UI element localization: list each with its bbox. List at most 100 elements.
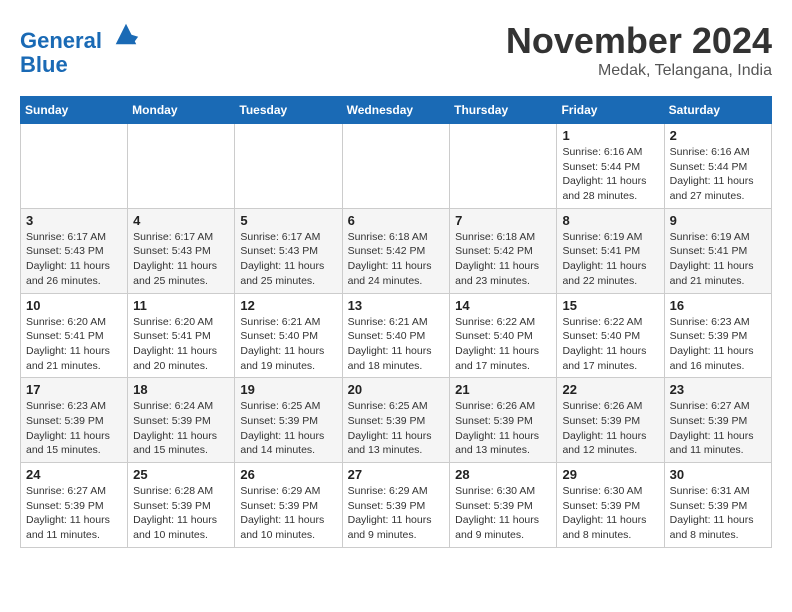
title-block: November 2024 Medak, Telangana, India: [506, 20, 772, 80]
day-number: 10: [26, 298, 122, 313]
day-info: Sunrise: 6:21 AM Sunset: 5:40 PM Dayligh…: [348, 315, 445, 374]
day-info: Sunrise: 6:17 AM Sunset: 5:43 PM Dayligh…: [133, 230, 229, 289]
day-info: Sunrise: 6:26 AM Sunset: 5:39 PM Dayligh…: [562, 399, 658, 458]
day-info: Sunrise: 6:17 AM Sunset: 5:43 PM Dayligh…: [26, 230, 122, 289]
day-cell-18: 18Sunrise: 6:24 AM Sunset: 5:39 PM Dayli…: [128, 378, 235, 463]
day-cell-12: 12Sunrise: 6:21 AM Sunset: 5:40 PM Dayli…: [235, 293, 342, 378]
day-number: 17: [26, 382, 122, 397]
day-number: 15: [562, 298, 658, 313]
day-cell-16: 16 Sunrise: 6:23 AM Sunset: 5:39 PM Dayli…: [664, 293, 771, 378]
day-info: Sunrise: 6:22 AM Sunset: 5:40 PM Dayligh…: [562, 315, 658, 374]
day-number: 8: [562, 213, 658, 228]
day-number: 3: [26, 213, 122, 228]
day-number: 25: [133, 467, 229, 482]
day-cell-23: 23 Sunrise: 6:27 AM Sunset: 5:39 PM Dayli…: [664, 378, 771, 463]
day-number: 13: [348, 298, 445, 313]
day-cell-26: 26Sunrise: 6:29 AM Sunset: 5:39 PM Dayli…: [235, 463, 342, 548]
empty-cell: [128, 124, 235, 209]
day-number: 19: [240, 382, 336, 397]
weekday-header-friday: Friday: [557, 97, 664, 124]
day-number: 11: [133, 298, 229, 313]
day-number: 16: [670, 298, 766, 313]
day-cell-6: 6 Sunrise: 6:18 AM Sunset: 5:42 PM Daylig…: [342, 208, 450, 293]
day-cell-5: 5 Sunrise: 6:17 AM Sunset: 5:43 PM Daylig…: [235, 208, 342, 293]
day-cell-28: 28Sunrise: 6:30 AM Sunset: 5:39 PM Dayli…: [450, 463, 557, 548]
day-info: Sunrise: 6:18 AM Sunset: 5:42 PM Dayligh…: [348, 230, 445, 289]
day-cell-17: 17 Sunrise: 6:23 AM Sunset: 5:39 PM Dayli…: [21, 378, 128, 463]
day-cell-24: 24Sunrise: 6:27 AM Sunset: 5:39 PM Dayli…: [21, 463, 128, 548]
day-info: Sunrise: 6:26 AM Sunset: 5:39 PM Dayligh…: [455, 399, 551, 458]
weekday-header-wednesday: Wednesday: [342, 97, 450, 124]
empty-cell: [235, 124, 342, 209]
week-row-2: 3 Sunrise: 6:17 AM Sunset: 5:43 PM Daylig…: [21, 208, 772, 293]
day-cell-22: 22 Sunrise: 6:26 AM Sunset: 5:39 PM Dayli…: [557, 378, 664, 463]
day-cell-13: 13 Sunrise: 6:21 AM Sunset: 5:40 PM Dayli…: [342, 293, 450, 378]
day-cell-8: 8Sunrise: 6:19 AM Sunset: 5:41 PM Daylig…: [557, 208, 664, 293]
week-row-4: 17 Sunrise: 6:23 AM Sunset: 5:39 PM Dayli…: [21, 378, 772, 463]
day-info: Sunrise: 6:28 AM Sunset: 5:39 PM Dayligh…: [133, 484, 229, 543]
day-number: 27: [348, 467, 445, 482]
day-info: Sunrise: 6:29 AM Sunset: 5:39 PM Dayligh…: [240, 484, 336, 543]
day-number: 23: [670, 382, 766, 397]
day-number: 5: [240, 213, 336, 228]
day-info: Sunrise: 6:16 AM Sunset: 5:44 PM Dayligh…: [562, 145, 658, 204]
day-info: Sunrise: 6:17 AM Sunset: 5:43 PM Dayligh…: [240, 230, 336, 289]
day-number: 6: [348, 213, 445, 228]
day-number: 24: [26, 467, 122, 482]
day-cell-4: 4 Sunrise: 6:17 AM Sunset: 5:43 PM Daylig…: [128, 208, 235, 293]
weekday-header-sunday: Sunday: [21, 97, 128, 124]
day-cell-14: 14 Sunrise: 6:22 AM Sunset: 5:40 PM Dayli…: [450, 293, 557, 378]
day-info: Sunrise: 6:30 AM Sunset: 5:39 PM Dayligh…: [455, 484, 551, 543]
week-row-3: 10 Sunrise: 6:20 AM Sunset: 5:41 PM Dayli…: [21, 293, 772, 378]
day-number: 7: [455, 213, 551, 228]
day-number: 4: [133, 213, 229, 228]
day-cell-30: 30Sunrise: 6:31 AM Sunset: 5:39 PM Dayli…: [664, 463, 771, 548]
day-cell-1: 1 Sunrise: 6:16 AM Sunset: 5:44 PM Daylig…: [557, 124, 664, 209]
day-number: 29: [562, 467, 658, 482]
logo-text: General: [20, 20, 140, 53]
logo-subtext: Blue: [20, 53, 140, 77]
day-info: Sunrise: 6:27 AM Sunset: 5:39 PM Dayligh…: [670, 399, 766, 458]
location-title: Medak, Telangana, India: [506, 62, 772, 80]
day-cell-11: 11Sunrise: 6:20 AM Sunset: 5:41 PM Dayli…: [128, 293, 235, 378]
day-cell-7: 7 Sunrise: 6:18 AM Sunset: 5:42 PM Daylig…: [450, 208, 557, 293]
month-title: November 2024: [506, 20, 772, 62]
empty-cell: [342, 124, 450, 209]
day-cell-29: 29 Sunrise: 6:30 AM Sunset: 5:39 PM Dayli…: [557, 463, 664, 548]
logo-icon: [112, 20, 140, 48]
day-info: Sunrise: 6:19 AM Sunset: 5:41 PM Dayligh…: [670, 230, 766, 289]
day-info: Sunrise: 6:30 AM Sunset: 5:39 PM Dayligh…: [562, 484, 658, 543]
day-info: Sunrise: 6:31 AM Sunset: 5:39 PM Dayligh…: [670, 484, 766, 543]
day-number: 1: [562, 128, 658, 143]
day-number: 9: [670, 213, 766, 228]
week-row-5: 24Sunrise: 6:27 AM Sunset: 5:39 PM Dayli…: [21, 463, 772, 548]
weekday-header-tuesday: Tuesday: [235, 97, 342, 124]
day-info: Sunrise: 6:18 AM Sunset: 5:42 PM Dayligh…: [455, 230, 551, 289]
weekday-header-monday: Monday: [128, 97, 235, 124]
day-info: Sunrise: 6:29 AM Sunset: 5:39 PM Dayligh…: [348, 484, 445, 543]
day-info: Sunrise: 6:21 AM Sunset: 5:40 PM Dayligh…: [240, 315, 336, 374]
week-row-1: 1 Sunrise: 6:16 AM Sunset: 5:44 PM Daylig…: [21, 124, 772, 209]
weekday-header-thursday: Thursday: [450, 97, 557, 124]
day-info: Sunrise: 6:20 AM Sunset: 5:41 PM Dayligh…: [26, 315, 122, 374]
empty-cell: [21, 124, 128, 209]
day-cell-19: 19 Sunrise: 6:25 AM Sunset: 5:39 PM Dayli…: [235, 378, 342, 463]
day-info: Sunrise: 6:23 AM Sunset: 5:39 PM Dayligh…: [26, 399, 122, 458]
day-info: Sunrise: 6:23 AM Sunset: 5:39 PM Dayligh…: [670, 315, 766, 374]
day-cell-20: 20Sunrise: 6:25 AM Sunset: 5:39 PM Dayli…: [342, 378, 450, 463]
day-cell-9: 9 Sunrise: 6:19 AM Sunset: 5:41 PM Daylig…: [664, 208, 771, 293]
day-number: 2: [670, 128, 766, 143]
logo: General Blue: [20, 20, 140, 77]
day-info: Sunrise: 6:22 AM Sunset: 5:40 PM Dayligh…: [455, 315, 551, 374]
day-number: 22: [562, 382, 658, 397]
day-number: 14: [455, 298, 551, 313]
day-cell-15: 15 Sunrise: 6:22 AM Sunset: 5:40 PM Dayli…: [557, 293, 664, 378]
calendar-table: SundayMondayTuesdayWednesdayThursdayFrid…: [20, 96, 772, 548]
day-cell-27: 27 Sunrise: 6:29 AM Sunset: 5:39 PM Dayli…: [342, 463, 450, 548]
day-cell-3: 3 Sunrise: 6:17 AM Sunset: 5:43 PM Daylig…: [21, 208, 128, 293]
page-header: General Blue November 2024 Medak, Telang…: [20, 20, 772, 80]
day-info: Sunrise: 6:25 AM Sunset: 5:39 PM Dayligh…: [240, 399, 336, 458]
day-info: Sunrise: 6:16 AM Sunset: 5:44 PM Dayligh…: [670, 145, 766, 204]
empty-cell: [450, 124, 557, 209]
day-cell-21: 21Sunrise: 6:26 AM Sunset: 5:39 PM Dayli…: [450, 378, 557, 463]
